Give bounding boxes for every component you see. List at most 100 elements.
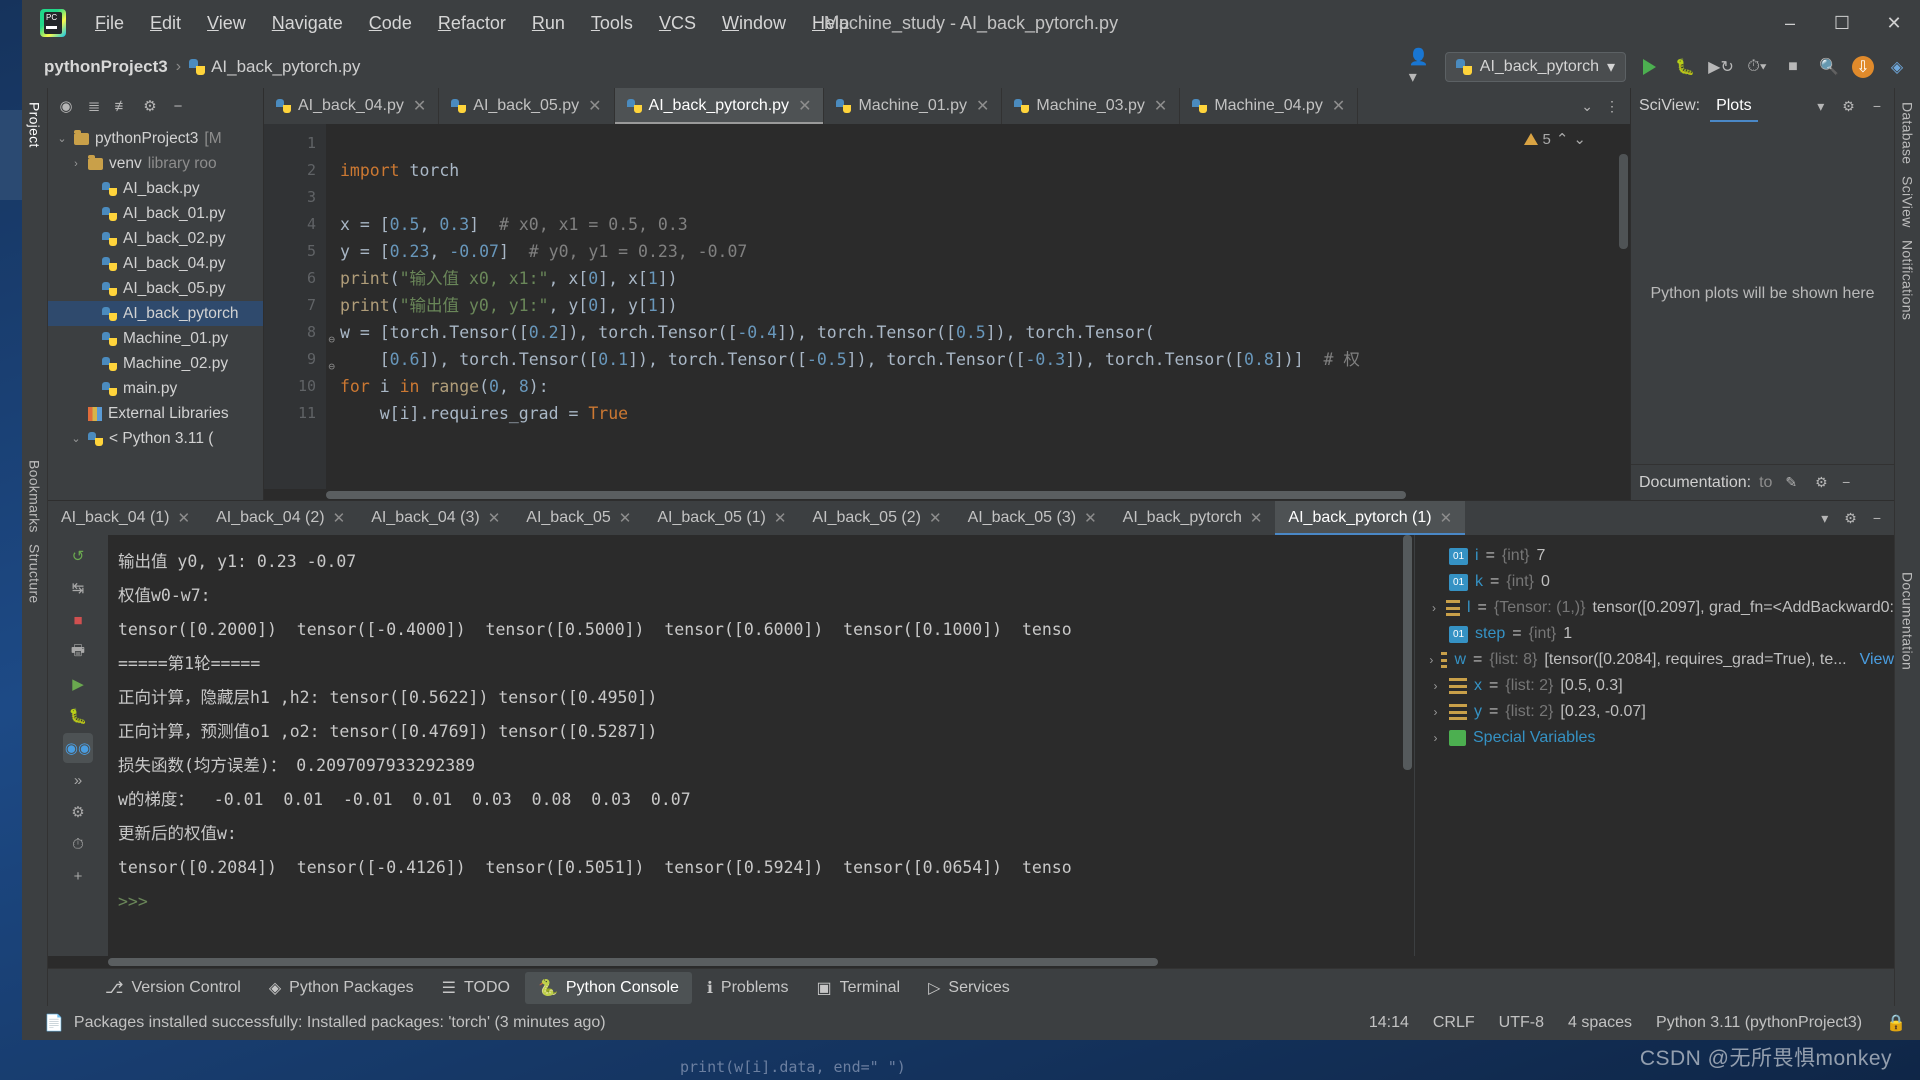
editor-tab-machine_03-py[interactable]: Machine_03.py ✕ — [1002, 88, 1181, 124]
execute-icon[interactable]: ▶ — [63, 669, 93, 699]
run-coverage-icon[interactable]: ▶↻ — [1708, 54, 1734, 80]
expand-icon[interactable]: ≣ — [82, 94, 106, 118]
tree-node[interactable]: AI_back.py — [48, 176, 263, 201]
user-icon[interactable]: 👤▾ — [1409, 49, 1435, 86]
close-icon[interactable]: ✕ — [798, 96, 811, 116]
gear-icon[interactable]: ⚙ — [138, 94, 162, 118]
editor-tabs[interactable]: AI_back_04.py ✕ AI_back_05.py ✕ AI_back_pyto… — [264, 88, 1630, 124]
project-widget-icon[interactable]: ◉ — [54, 94, 78, 118]
menu-item-code[interactable]: Code — [356, 9, 425, 38]
attach-debugger-icon[interactable]: 🐛 — [63, 701, 93, 731]
console-hscroll-thumb[interactable] — [108, 958, 1158, 966]
menu-item-vcs[interactable]: VCS — [646, 9, 709, 38]
inspection-widget[interactable]: 5 ⌃ ⌄ — [1523, 130, 1586, 148]
breadcrumb-file[interactable]: AI_back_pytorch.py — [189, 57, 360, 77]
close-icon[interactable]: ✕ — [1154, 96, 1167, 116]
variable-row[interactable]: › y = {list: 2} [0.23, -0.07] — [1415, 699, 1894, 725]
editor-vertical-scrollbar[interactable] — [1617, 124, 1630, 489]
tree-node[interactable]: Machine_01.py — [48, 326, 263, 351]
console-vertical-scrollbar[interactable] — [1401, 535, 1414, 956]
tree-node[interactable]: main.py — [48, 376, 263, 401]
tree-node[interactable]: › venv library roo — [48, 151, 263, 176]
editor-hscroll-thumb[interactable] — [326, 491, 1406, 499]
console-prompt[interactable]: >>> — [118, 885, 1401, 919]
console-tab-ai_back_053[interactable]: AI_back_05 (3) ✕ — [955, 501, 1110, 535]
gear-icon[interactable]: ⚙ — [1837, 98, 1860, 115]
chevron-down-icon[interactable]: ▾ — [1812, 98, 1829, 115]
close-icon[interactable]: ✕ — [488, 509, 501, 527]
tool-button-python-console[interactable]: 🐍 Python Console — [524, 971, 692, 1004]
menu-item-edit[interactable]: Edit — [137, 9, 194, 38]
console-tab-ai_back_051[interactable]: AI_back_05 (1) ✕ — [644, 501, 799, 535]
close-icon[interactable]: ✕ — [413, 96, 426, 116]
caret-position[interactable]: 14:14 — [1369, 1014, 1409, 1032]
tree-node[interactable]: AI_back_01.py — [48, 201, 263, 226]
console-tabs[interactable]: AI_back_04 (1) ✕ AI_back_04 (2) ✕ AI_back_04… — [48, 501, 1894, 535]
python-interpreter[interactable]: Python 3.11 (pythonProject3) — [1656, 1014, 1862, 1032]
tree-node[interactable]: AI_back_04.py — [48, 251, 263, 276]
variable-row[interactable]: › x = {list: 2} [0.5, 0.3] — [1415, 673, 1894, 699]
hide-icon[interactable]: − — [1868, 98, 1886, 114]
menu-item-tools[interactable]: Tools — [578, 9, 646, 38]
history-icon[interactable]: ⏱ — [63, 829, 93, 859]
tool-button-python-packages[interactable]: ◈ Python Packages — [256, 972, 427, 1004]
menu-item-window[interactable]: Window — [709, 9, 799, 38]
editor-tab-ai_back_04-py[interactable]: AI_back_04.py ✕ — [264, 88, 440, 124]
close-button[interactable]: ✕ — [1868, 0, 1920, 46]
add-icon[interactable]: + — [63, 861, 93, 891]
menu-item-run[interactable]: Run — [519, 9, 578, 38]
update-icon[interactable]: ⇩ — [1852, 56, 1874, 78]
minimize-button[interactable]: – — [1764, 0, 1816, 46]
console-horizontal-scrollbar[interactable] — [48, 956, 1894, 968]
menu-item-navigate[interactable]: Navigate — [259, 9, 356, 38]
run-configuration-selector[interactable]: AI_back_pytorch ▾ — [1444, 52, 1626, 82]
close-icon[interactable]: ✕ — [1332, 96, 1345, 116]
gear-icon[interactable]: ⚙ — [1810, 474, 1833, 490]
hide-icon[interactable]: − — [1837, 474, 1855, 490]
editor-tab-ai_back_05-py[interactable]: AI_back_05.py ✕ — [439, 88, 615, 124]
edit-icon[interactable]: ✎ — [1780, 474, 1802, 491]
breadcrumb-project[interactable]: pythonProject3 — [44, 57, 168, 77]
print-icon[interactable]: 🖶 — [63, 637, 93, 667]
scroll-to-end-icon[interactable]: » — [63, 765, 93, 795]
view-link[interactable]: View — [1860, 651, 1894, 669]
variables-panel[interactable]: 01 i = {int} 7 01 k = {int} 0 › l = {Tensor: … — [1414, 535, 1894, 956]
indent-setting[interactable]: 4 spaces — [1568, 1014, 1632, 1032]
tree-node[interactable]: AI_back_pytorch — [48, 301, 263, 326]
fold-icon[interactable]: ⊖ — [328, 353, 335, 380]
tool-strip-database[interactable]: Database — [1900, 96, 1916, 170]
close-icon[interactable]: ✕ — [774, 509, 787, 527]
variable-row[interactable]: 01 step = {int} 1 — [1415, 621, 1894, 647]
run-icon[interactable] — [1636, 54, 1662, 80]
expand-arrow-icon[interactable]: › — [1429, 705, 1442, 719]
tool-button-problems[interactable]: ℹ Problems — [694, 972, 802, 1004]
editor-tab-machine_04-py[interactable]: Machine_04.py ✕ — [1180, 88, 1359, 124]
chevron-down-icon[interactable]: ⌄ — [1576, 98, 1598, 115]
console-output[interactable]: 输出值 y0, y1: 0.23 -0.07 权值w0-w7: tensor([0.… — [108, 535, 1401, 956]
twisty-icon[interactable]: ⌄ — [70, 432, 82, 445]
close-icon[interactable]: ✕ — [588, 96, 601, 116]
maximize-button[interactable]: ☐ — [1816, 0, 1868, 46]
tool-button-todo[interactable]: ☰ TODO — [429, 972, 523, 1004]
expand-arrow-icon[interactable]: › — [1429, 679, 1442, 693]
variable-row[interactable]: 01 k = {int} 0 — [1415, 569, 1894, 595]
console-tab-ai_back_043[interactable]: AI_back_04 (3) ✕ — [358, 501, 513, 535]
close-icon[interactable]: ✕ — [1250, 509, 1263, 527]
project-tree[interactable]: ⌄ pythonProject3 [M › venv library roo AI_ba… — [48, 124, 263, 500]
profile-icon[interactable]: ⏱▾ — [1744, 54, 1770, 80]
bottom-tool-window-bar[interactable]: ⎇ Version Control ◈ Python Packages ☰ TODO 🐍 Py… — [48, 968, 1894, 1006]
console-tab-ai_back_pytorch1[interactable]: AI_back_pytorch (1) ✕ — [1275, 501, 1466, 535]
stop-icon[interactable]: ■ — [1780, 54, 1806, 80]
tool-button-services[interactable]: ▷ Services — [915, 972, 1023, 1004]
close-icon[interactable]: ✕ — [1440, 509, 1453, 527]
close-icon[interactable]: ✕ — [178, 509, 191, 527]
next-problem-icon[interactable]: ⌄ — [1573, 130, 1586, 148]
tool-button-version-control[interactable]: ⎇ Version Control — [92, 972, 254, 1004]
close-icon[interactable]: ✕ — [1084, 509, 1097, 527]
console-tab-ai_back_042[interactable]: AI_back_04 (2) ✕ — [203, 501, 358, 535]
soft-wrap-icon[interactable]: ↹ — [63, 573, 93, 603]
gear-icon[interactable]: ⚙ — [1839, 510, 1862, 527]
search-icon[interactable]: 🔍 — [1816, 54, 1842, 80]
variable-row[interactable]: › w = {list: 8} [tensor([0.2084], require… — [1415, 647, 1894, 673]
console-tab-ai_back_pytorch[interactable]: AI_back_pytorch ✕ — [1110, 501, 1276, 535]
